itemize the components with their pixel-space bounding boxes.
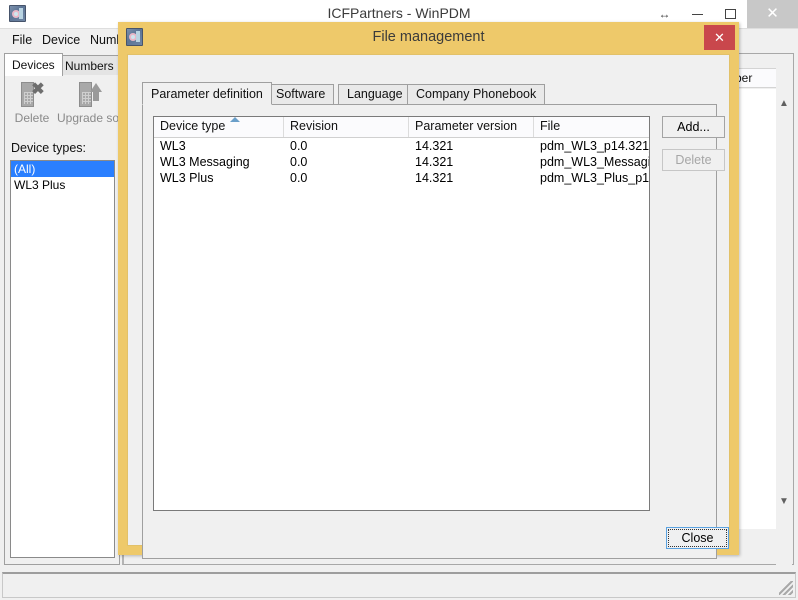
add-button[interactable]: Add... bbox=[662, 116, 725, 138]
close-window-button[interactable]: ✕ bbox=[747, 0, 798, 28]
toolbar-upgrade-software-label: Upgrade soft bbox=[57, 111, 126, 125]
phone-upgrade-icon bbox=[77, 79, 103, 109]
column-header-file[interactable]: File bbox=[534, 117, 649, 137]
sort-ascending-icon bbox=[230, 117, 240, 122]
cell-parameter-version: 14.321 bbox=[415, 171, 454, 185]
toolbar-delete-label: Delete bbox=[14, 111, 50, 125]
left-pane: Devices Numbers ✖ Delete Upgrade soft De… bbox=[4, 53, 126, 565]
device-types-list[interactable]: (All) WL3 Plus bbox=[10, 160, 115, 558]
close-icon: ✕ bbox=[766, 5, 779, 22]
delete-button[interactable]: Delete bbox=[662, 149, 725, 171]
dialog-close-button[interactable]: ✕ bbox=[704, 25, 735, 50]
tab-parameter-definition[interactable]: Parameter definition bbox=[142, 82, 272, 105]
cell-parameter-version: 14.321 bbox=[415, 139, 454, 153]
tab-company-phonebook[interactable]: Company Phonebook bbox=[407, 84, 546, 104]
device-types-label: Device types: bbox=[11, 141, 87, 155]
tab-devices[interactable]: Devices bbox=[4, 53, 63, 76]
minimize-icon bbox=[692, 13, 703, 15]
statusbar bbox=[2, 572, 796, 598]
maximize-icon bbox=[725, 9, 736, 20]
table-row[interactable]: WL3 0.0 14.321 pdm_WL3_p14.321_d... bbox=[154, 138, 649, 154]
table-row[interactable]: WL3 Messaging 0.0 14.321 pdm_WL3_Messagi… bbox=[154, 154, 649, 170]
resize-grip[interactable] bbox=[779, 581, 793, 595]
toolbar-upgrade-software-button[interactable]: Upgrade soft bbox=[57, 79, 126, 125]
cell-revision: 0.0 bbox=[290, 171, 308, 185]
tab-numbers[interactable]: Numbers bbox=[57, 55, 122, 75]
resize-arrows-icon: ↔ bbox=[658, 7, 671, 21]
main-tabstrip: Devices Numbers bbox=[4, 53, 122, 76]
column-header-parameter-version[interactable]: Parameter version bbox=[409, 117, 534, 137]
file-management-dialog: File management ✕ Parameter definition S… bbox=[118, 22, 739, 559]
close-icon: ✕ bbox=[714, 30, 725, 45]
table-header-row: Device type Revision Parameter version F… bbox=[154, 117, 649, 138]
cell-file: pdm_WL3_p14.321_d... bbox=[540, 139, 650, 153]
cell-file: pdm_WL3_Messaging_... bbox=[540, 155, 650, 169]
menu-item-file[interactable]: File bbox=[8, 32, 36, 48]
scroll-down-icon[interactable]: ▼ bbox=[776, 493, 792, 510]
file-table[interactable]: Device type Revision Parameter version F… bbox=[153, 116, 650, 511]
list-item[interactable]: (All) bbox=[11, 161, 114, 177]
close-button[interactable]: Close bbox=[666, 527, 729, 549]
dialog-client-area: Parameter definition Software Language C… bbox=[127, 54, 730, 559]
cell-revision: 0.0 bbox=[290, 155, 308, 169]
column-header-revision[interactable]: Revision bbox=[284, 117, 409, 137]
cell-device-type: WL3 Messaging bbox=[160, 155, 250, 169]
column-header-device-type[interactable]: Device type bbox=[154, 117, 284, 137]
tab-language[interactable]: Language bbox=[338, 84, 412, 104]
cell-parameter-version: 14.321 bbox=[415, 155, 454, 169]
parameter-definition-panel: Device type Revision Parameter version F… bbox=[142, 104, 725, 559]
scroll-up-icon[interactable]: ▲ bbox=[776, 95, 792, 112]
phone-delete-icon: ✖ bbox=[19, 79, 45, 109]
list-item[interactable]: WL3 Plus bbox=[11, 177, 114, 193]
cell-file: pdm_WL3_Plus_p14.3... bbox=[540, 171, 650, 185]
devices-panel: ✖ Delete Upgrade soft Device types: (All… bbox=[4, 75, 126, 565]
tab-software[interactable]: Software bbox=[267, 84, 335, 104]
dialog-titlebar: File management ✕ bbox=[118, 22, 739, 54]
cell-device-type: WL3 Plus bbox=[160, 171, 214, 185]
cell-revision: 0.0 bbox=[290, 139, 308, 153]
dialog-title: File management bbox=[372, 29, 485, 45]
right-pane-scrollbar[interactable]: ▲ ▼ bbox=[776, 55, 792, 565]
menu-item-device[interactable]: Device bbox=[38, 32, 84, 48]
cell-device-type: WL3 bbox=[160, 139, 186, 153]
close-button-label: Close bbox=[668, 529, 727, 547]
table-row[interactable]: WL3 Plus 0.0 14.321 pdm_WL3_Plus_p14.3..… bbox=[154, 170, 649, 186]
toolbar-delete-button[interactable]: ✖ Delete bbox=[6, 79, 58, 126]
